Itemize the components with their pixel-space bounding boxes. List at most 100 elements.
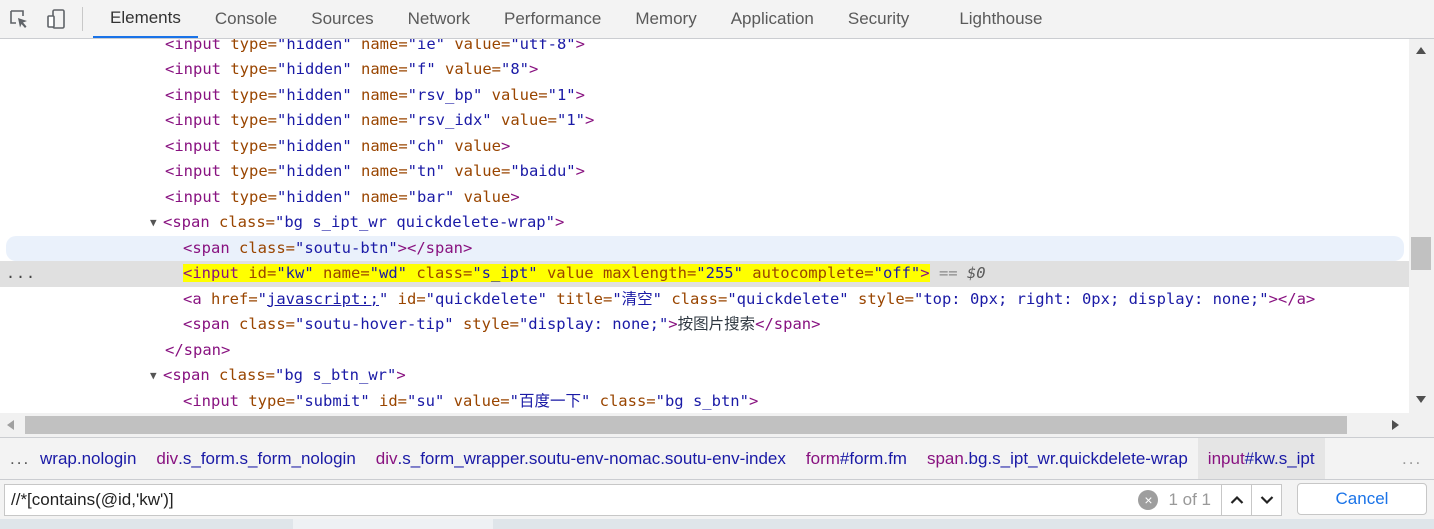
clear-search-icon[interactable]: × <box>1138 490 1159 510</box>
attr-name: style= <box>453 315 519 333</box>
attr-name: type= <box>221 162 277 180</box>
tab-lighthouse[interactable]: Lighthouse <box>942 0 1059 38</box>
cancel-button[interactable]: Cancel <box>1297 483 1427 515</box>
dom-node-input-f[interactable]: <input type="hidden" name="f" value="8"> <box>0 57 1409 83</box>
breadcrumb-item[interactable]: wrap.nologin <box>40 438 146 479</box>
vertical-scroll-thumb[interactable] <box>1411 237 1431 270</box>
breadcrumb-item[interactable]: span .bg.s_ipt_wr.quickdelete-wrap <box>917 438 1198 479</box>
expand-triangle-icon[interactable]: ▼ <box>150 363 157 389</box>
breadcrumb-item[interactable]: div .s_form_wrapper.soutu-env-nomac.soutu… <box>366 438 796 479</box>
node-actions-menu-icon[interactable]: ... <box>6 261 36 287</box>
attr-value: "utf-8" <box>510 39 576 53</box>
attr-value: "rsv_bp" <box>407 85 483 104</box>
attr-name: style= <box>848 289 914 308</box>
attr-quote: " <box>379 289 389 308</box>
attr-name: value= <box>482 85 548 104</box>
tag-end: ></span> <box>397 238 473 257</box>
tab-network[interactable]: Network <box>391 0 487 38</box>
attr-name: class= <box>229 315 295 333</box>
next-match-button[interactable] <box>1251 485 1281 515</box>
attr-name: name= <box>313 264 370 282</box>
inspect-element-icon[interactable] <box>0 0 38 38</box>
attr-value: "hidden" <box>277 85 352 104</box>
breadcrumb-tag: input <box>1207 448 1245 468</box>
attr-value: "ie" <box>407 39 445 53</box>
breadcrumb-item-active[interactable]: input #kw.s_ipt <box>1197 438 1325 479</box>
attr-name: class= <box>209 213 275 231</box>
dom-node-input-rsv-bp[interactable]: <input type="hidden" name="rsv_bp" value… <box>0 83 1409 109</box>
dom-node-span-soutu-btn[interactable]: <span class="soutu-btn"></span> <box>6 235 1404 261</box>
breadcrumb-item[interactable]: form #form.fm <box>796 438 917 479</box>
attr-name: value= <box>444 39 511 53</box>
attr-value: "hidden" <box>277 136 352 155</box>
attr-value: "bg s_ipt_wr quickdelete-wrap" <box>275 213 555 231</box>
breadcrumb-selector: #form.fm <box>839 448 907 468</box>
tag-name: <input <box>165 111 221 129</box>
breadcrumb-selector: .s_form_wrapper.soutu-env-nomac.soutu-en… <box>397 448 786 468</box>
tab-elements[interactable]: Elements <box>93 0 198 38</box>
horizontal-scroll-thumb[interactable] <box>25 416 1347 434</box>
dom-node-span-close[interactable]: </span> <box>0 338 1409 364</box>
href-link[interactable]: javascript:; <box>267 290 379 308</box>
scroll-down-icon[interactable] <box>1416 396 1426 403</box>
tag-name: <input <box>165 187 221 206</box>
breadcrumb-scroll-right[interactable]: ... <box>1402 438 1422 479</box>
tab-memory[interactable]: Memory <box>618 0 713 38</box>
breadcrumb-tag: span <box>926 448 964 468</box>
breadcrumb-tag: div <box>156 448 179 468</box>
dom-node-input-bar[interactable]: <input type="hidden" name="bar" value> <box>0 185 1409 211</box>
tag-end: > <box>396 366 406 384</box>
tab-console[interactable]: Console <box>198 0 294 38</box>
expand-triangle-icon[interactable]: ▼ <box>150 210 157 236</box>
breadcrumb: ... wrap.nologin div .s_form.s_form_nolog… <box>0 437 1434 479</box>
dom-node-a-quickdelete[interactable]: <a href="javascript:;" id="quickdelete" … <box>0 287 1409 313</box>
node-text: 按图片搜索 <box>677 315 756 333</box>
tab-security[interactable]: Security <box>831 0 926 38</box>
tag-end: > <box>748 391 759 410</box>
tab-application[interactable]: Application <box>714 0 831 38</box>
scroll-up-icon[interactable] <box>1416 47 1426 54</box>
attr-value: "清空" <box>612 289 662 308</box>
vertical-scrollbar[interactable] <box>1409 39 1434 413</box>
previous-match-button[interactable] <box>1221 485 1251 515</box>
tag-end: > <box>575 39 585 53</box>
search-input[interactable] <box>5 486 1139 514</box>
breadcrumb-item[interactable]: div .s_form.s_form_nologin <box>146 438 365 479</box>
attr-value: "rsv_idx" <box>407 111 492 129</box>
attr-value: "off" <box>873 264 921 282</box>
tab-sources[interactable]: Sources <box>294 0 390 38</box>
scroll-right-icon[interactable] <box>1392 420 1399 430</box>
dom-node-input-ie[interactable]: <input type="hidden" name="ie" value="ut… <box>0 39 1409 58</box>
attr-name: id= <box>369 391 407 410</box>
attr-value: "f" <box>407 60 436 78</box>
scroll-left-icon[interactable] <box>7 420 14 430</box>
breadcrumb-scroll-left[interactable]: ... <box>0 449 40 469</box>
tag-name: <input <box>165 136 221 155</box>
attr-name: value <box>454 187 511 206</box>
attr-name: value= <box>444 391 510 410</box>
attr-name: value maxlength= <box>537 264 697 282</box>
dom-node-input-su[interactable]: <input type="submit" id="su" value="百度一下… <box>0 389 1409 414</box>
dom-node-input-ch[interactable]: <input type="hidden" name="ch" value> <box>0 134 1409 160</box>
attr-name: class= <box>209 366 275 384</box>
tag-name: <input <box>183 264 239 282</box>
dom-node-span-quickdelete-wrap[interactable]: ▼ <span class="bg s_ipt_wr quickdelete-w… <box>0 210 1409 236</box>
breadcrumb-selector: wrap.nologin <box>40 448 137 468</box>
tag-end: > <box>510 187 520 206</box>
tab-performance[interactable]: Performance <box>487 0 618 38</box>
chevron-down-icon <box>1260 496 1273 505</box>
attr-name: class= <box>590 391 656 410</box>
chevron-up-icon <box>1230 495 1243 504</box>
attr-name: type= <box>239 391 295 410</box>
horizontal-scrollbar[interactable] <box>0 413 1409 437</box>
attr-value: "255" <box>696 264 743 282</box>
dom-node-span-s-btn-wr[interactable]: ▼ <span class="bg s_btn_wr"> <box>0 363 1409 389</box>
device-toolbar-icon[interactable] <box>38 0 76 38</box>
dom-node-input-kw-selected[interactable]: ... <input id="kw" name="wd" class="s_ip… <box>0 261 1409 287</box>
breadcrumb-tag: form <box>805 448 840 468</box>
dom-node-input-rsv-idx[interactable]: <input type="hidden" name="rsv_idx" valu… <box>0 108 1409 134</box>
dom-node-input-tn[interactable]: <input type="hidden" name="tn" value="ba… <box>0 159 1409 185</box>
attr-value: "百度一下" <box>509 391 591 410</box>
attr-name: class= <box>662 289 728 308</box>
dom-node-span-soutu-hover-tip[interactable]: <span class="soutu-hover-tip" style="dis… <box>0 312 1409 338</box>
